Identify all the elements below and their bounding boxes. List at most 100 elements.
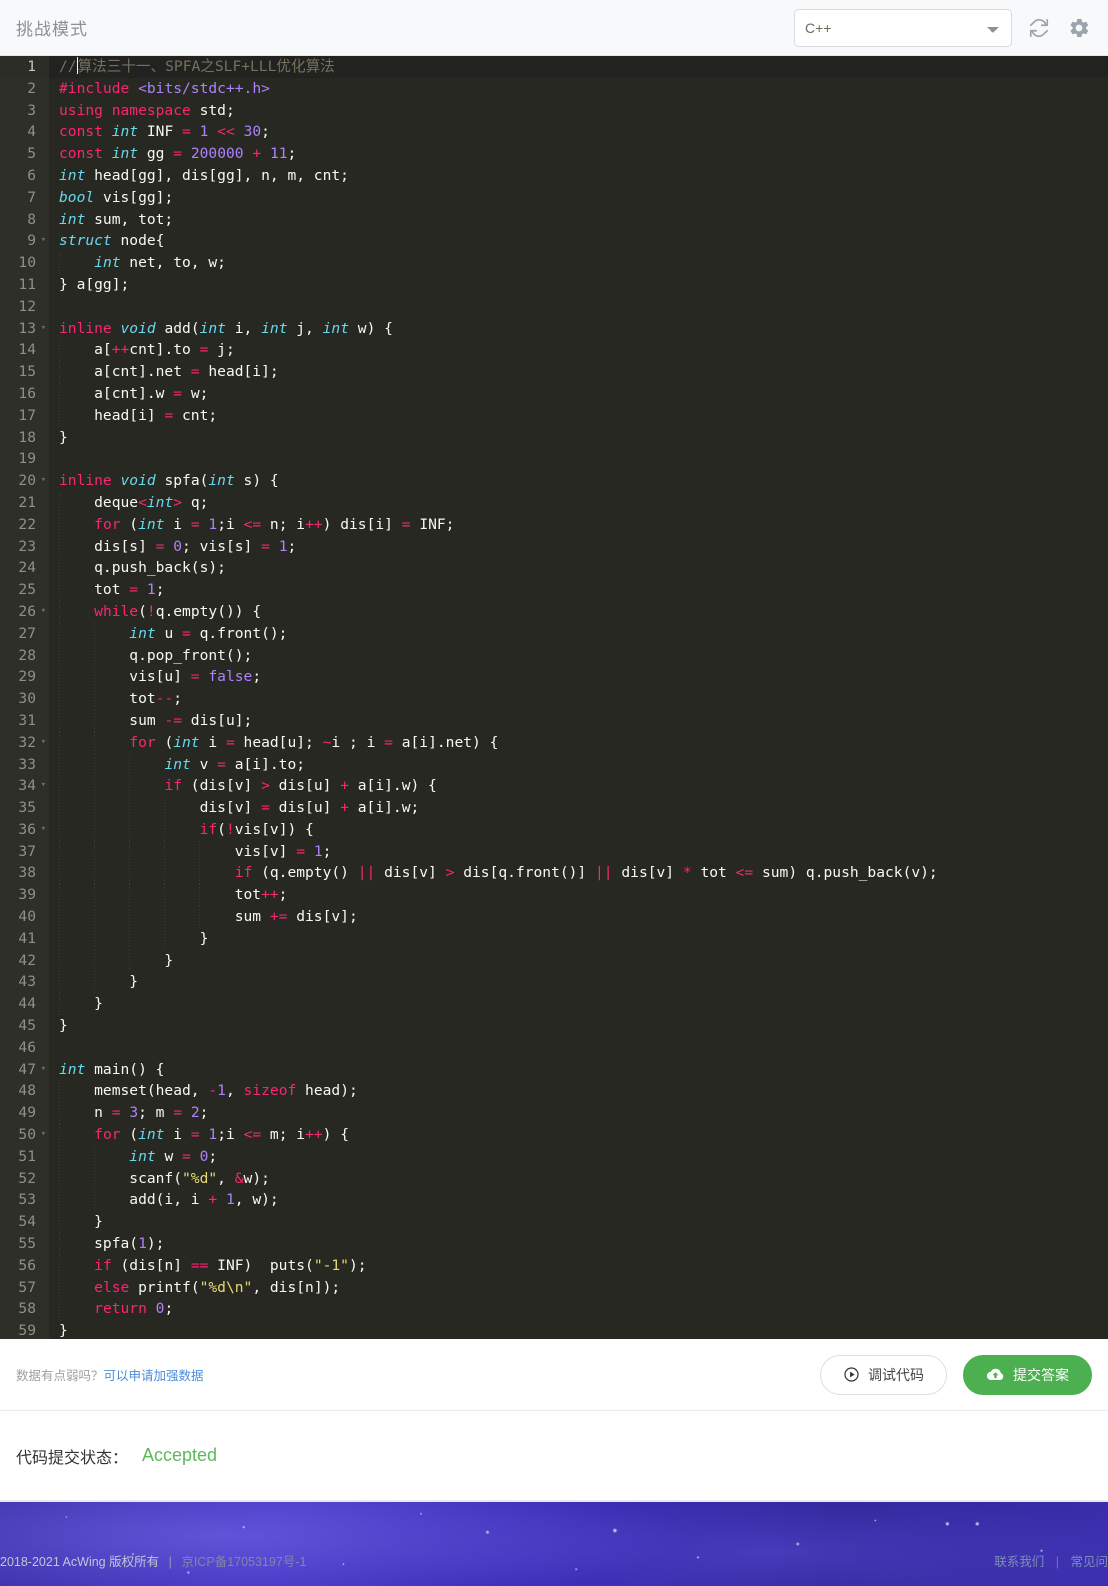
code-line-content[interactable]: dis[v] = dis[u] + a[i].w; xyxy=(49,797,1108,819)
code-line[interactable]: 7 bool vis[gg]; xyxy=(0,186,1108,209)
code-line[interactable]: 4 const int INF = 1 << 30; xyxy=(0,121,1108,144)
code-line[interactable]: 41 } xyxy=(0,927,1108,950)
code-line-content[interactable]: for (int i = head[u]; ~i ; i = a[i].net)… xyxy=(49,731,1108,754)
code-line[interactable]: 44 } xyxy=(0,993,1108,1016)
code-line-content[interactable]: q.push_back(s); xyxy=(49,557,1108,580)
code-line[interactable]: 14 a[++cnt].to = j; xyxy=(0,339,1108,362)
code-line-content[interactable]: sum -= dis[u]; xyxy=(49,709,1108,732)
code-line-content[interactable]: if(!vis[v]) { xyxy=(49,818,1108,841)
code-line-content[interactable]: } xyxy=(49,949,1108,972)
code-line-content[interactable]: using namespace std; xyxy=(49,100,1108,122)
code-line-content[interactable]: return 0; xyxy=(49,1298,1108,1321)
code-line[interactable]: 20 ▾ inline void spfa(int s) { xyxy=(0,470,1108,492)
code-line[interactable]: 1//算法三十一、SPFA之SLF+LLL优化算法 xyxy=(0,56,1108,78)
code-line-content[interactable]: scanf("%d", &w); xyxy=(49,1167,1108,1190)
code-line-content[interactable]: int v = a[i].to; xyxy=(49,753,1108,776)
code-line[interactable]: 23 dis[s] = 0; vis[s] = 1; xyxy=(0,535,1108,558)
fold-arrow-icon[interactable]: ▾ xyxy=(41,318,46,340)
code-line-content[interactable]: tot--; xyxy=(49,688,1108,710)
code-line-content[interactable]: if (dis[v] > dis[u] + a[i].w) { xyxy=(49,775,1108,798)
code-line[interactable]: 8 int sum, tot; xyxy=(0,208,1108,231)
code-line[interactable]: 36 ▾ if(!vis[v]) { xyxy=(0,818,1108,841)
code-line-content[interactable]: while(!q.empty()) { xyxy=(49,600,1108,623)
code-line[interactable]: 15 a[cnt].net = head[i]; xyxy=(0,361,1108,383)
code-line[interactable]: 46 xyxy=(0,1036,1108,1059)
code-line-content[interactable]: else printf("%d\n", dis[n]); xyxy=(49,1276,1108,1299)
code-line-content[interactable]: const int INF = 1 << 30; xyxy=(49,121,1108,143)
code-line[interactable]: 27 int u = q.front(); xyxy=(0,622,1108,645)
code-line-content[interactable]: } xyxy=(49,927,1108,950)
code-line-content[interactable]: if (dis[n] == INF) puts("-1"); xyxy=(49,1254,1108,1277)
code-line-content[interactable]: for (int i = 1;i <= m; i++) { xyxy=(49,1124,1108,1146)
code-line[interactable]: 28 q.pop_front(); xyxy=(0,644,1108,667)
fold-arrow-icon[interactable]: ▾ xyxy=(41,1124,46,1146)
code-line[interactable]: 35 dis[v] = dis[u] + a[i].w; xyxy=(0,797,1108,819)
code-line[interactable]: 56 if (dis[n] == INF) puts("-1"); xyxy=(0,1254,1108,1277)
code-line-content[interactable]: int u = q.front(); xyxy=(49,622,1108,645)
code-line[interactable]: 45} xyxy=(0,1015,1108,1037)
fold-arrow-icon[interactable]: ▾ xyxy=(41,470,46,492)
code-line[interactable]: 39 tot++; xyxy=(0,884,1108,907)
code-line[interactable]: 29 vis[u] = false; xyxy=(0,666,1108,689)
code-line[interactable]: 55 spfa(1); xyxy=(0,1233,1108,1255)
debug-code-button[interactable]: 调试代码 xyxy=(820,1354,947,1395)
code-line-content[interactable]: } xyxy=(49,427,1108,449)
code-line[interactable]: 42 } xyxy=(0,949,1108,972)
code-line-content[interactable]: if (q.empty() || dis[v] > dis[q.front()]… xyxy=(49,862,1108,885)
code-line[interactable]: 40 sum += dis[v]; xyxy=(0,906,1108,928)
code-line[interactable]: 59} xyxy=(0,1320,1108,1339)
apply-strengthen-data-link[interactable]: 可以申请加强数据 xyxy=(104,1369,204,1383)
code-line-content[interactable]: int main() { xyxy=(49,1059,1108,1081)
code-line-content[interactable]: //算法三十一、SPFA之SLF+LLL优化算法 xyxy=(49,56,1108,78)
code-line[interactable]: 10 int net, to, w; xyxy=(0,252,1108,274)
contact-us-link[interactable]: 联系我们 xyxy=(994,1555,1044,1569)
code-line-content[interactable]: q.pop_front(); xyxy=(49,644,1108,667)
code-line[interactable]: 6 int head[gg], dis[gg], n, m, cnt; xyxy=(0,164,1108,187)
code-line-content[interactable]: } xyxy=(49,993,1108,1016)
code-line-content[interactable]: deque<int> q; xyxy=(49,491,1108,514)
code-line[interactable]: 25 tot = 1; xyxy=(0,579,1108,601)
code-line-content[interactable]: head[i] = cnt; xyxy=(49,404,1108,427)
code-line[interactable]: 38 if (q.empty() || dis[v] > dis[q.front… xyxy=(0,862,1108,885)
fold-arrow-icon[interactable]: ▾ xyxy=(41,230,46,252)
code-line[interactable]: 58 return 0; xyxy=(0,1298,1108,1321)
code-line-content[interactable]: int net, to, w; xyxy=(49,252,1108,274)
code-line-content[interactable]: add(i, i + 1, w); xyxy=(49,1189,1108,1212)
code-line-content[interactable]: bool vis[gg]; xyxy=(49,187,1108,209)
code-line[interactable]: 43 } xyxy=(0,971,1108,994)
code-line[interactable]: 26 ▾ while(!q.empty()) { xyxy=(0,600,1108,623)
code-line-content[interactable] xyxy=(49,448,1108,470)
code-line-content[interactable]: int head[gg], dis[gg], n, m, cnt; xyxy=(49,165,1108,187)
code-line-content[interactable]: n = 3; m = 2; xyxy=(49,1102,1108,1125)
code-line-content[interactable]: int w = 0; xyxy=(49,1145,1108,1168)
code-line-content[interactable]: dis[s] = 0; vis[s] = 1; xyxy=(49,535,1108,558)
code-line[interactable]: 21 deque<int> q; xyxy=(0,491,1108,514)
code-line[interactable]: 16 a[cnt].w = w; xyxy=(0,382,1108,405)
code-line-content[interactable]: tot = 1; xyxy=(49,579,1108,601)
code-line-content[interactable]: for (int i = 1;i <= n; i++) dis[i] = INF… xyxy=(49,513,1108,536)
code-line[interactable]: 19 xyxy=(0,448,1108,471)
fold-arrow-icon[interactable]: ▾ xyxy=(41,775,46,797)
code-line[interactable]: 13 ▾ inline void add(int i, int j, int w) … xyxy=(0,317,1108,340)
code-line[interactable]: 48 memset(head, -1, sizeof head); xyxy=(0,1080,1108,1103)
code-line[interactable]: 32 ▾ for (int i = head[u]; ~i ; i = a[i].… xyxy=(0,731,1108,754)
language-select[interactable]: C++JavaPython3C xyxy=(794,8,1012,47)
code-line[interactable]: 5 const int gg = 200000 + 11; xyxy=(0,143,1108,165)
fold-arrow-icon[interactable]: ▾ xyxy=(41,732,46,754)
faq-link[interactable]: 常见问 xyxy=(1070,1555,1108,1569)
code-editor[interactable]: 1//算法三十一、SPFA之SLF+LLL优化算法 2 #include <bits… xyxy=(0,56,1108,1339)
code-line[interactable]: 50 ▾ for (int i = 1;i <= m; i++) { xyxy=(0,1124,1108,1146)
code-line[interactable]: 53 add(i, i + 1, w); xyxy=(0,1189,1108,1212)
code-line-content[interactable]: spfa(1); xyxy=(49,1233,1108,1255)
fold-arrow-icon[interactable]: ▾ xyxy=(41,819,46,841)
code-line[interactable]: 2 #include <bits/stdc++.h> xyxy=(0,77,1108,100)
code-line[interactable]: 17 head[i] = cnt; xyxy=(0,404,1108,427)
code-line-content[interactable]: } a[gg]; xyxy=(49,274,1108,296)
code-line-content[interactable] xyxy=(49,1037,1108,1059)
refresh-icon[interactable] xyxy=(1026,15,1052,41)
code-line[interactable]: 47 ▾ int main() { xyxy=(0,1058,1108,1081)
code-line-content[interactable]: } xyxy=(49,971,1108,994)
gear-icon[interactable] xyxy=(1066,15,1092,41)
code-line-content[interactable]: tot++; xyxy=(49,884,1108,907)
code-line-content[interactable]: int sum, tot; xyxy=(49,209,1108,231)
